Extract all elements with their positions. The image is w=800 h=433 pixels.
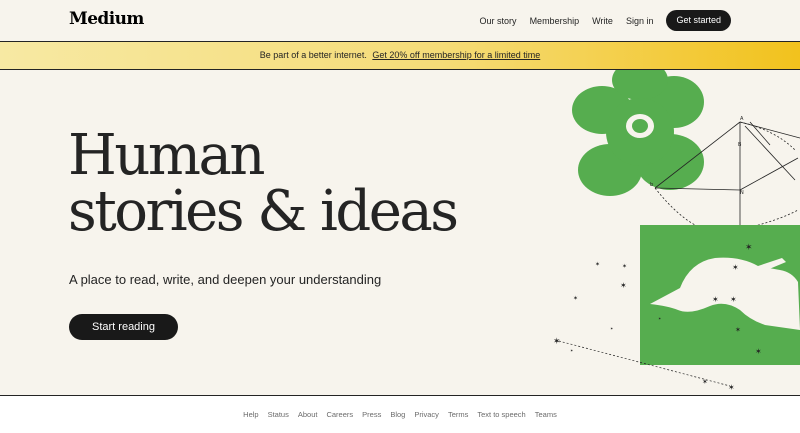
promo-banner: Be part of a better internet. Get 20% of… bbox=[0, 42, 800, 70]
footer-link-teams[interactable]: Teams bbox=[535, 410, 557, 419]
svg-text:✶: ✶ bbox=[728, 383, 735, 392]
hero-headline: Human stories & ideas bbox=[68, 128, 459, 240]
footer-link-privacy[interactable]: Privacy bbox=[414, 410, 439, 419]
top-nav: Medium Our story Membership Write Sign i… bbox=[0, 0, 800, 42]
footer: Help Status About Careers Press Blog Pri… bbox=[0, 395, 800, 433]
get-started-button[interactable]: Get started bbox=[666, 10, 731, 31]
svg-text:A: A bbox=[740, 116, 744, 122]
start-reading-button[interactable]: Start reading bbox=[69, 314, 178, 340]
svg-text:✶: ✶ bbox=[712, 295, 719, 304]
svg-text:✶: ✶ bbox=[610, 326, 613, 331]
svg-text:✶: ✶ bbox=[732, 263, 739, 272]
footer-link-careers[interactable]: Careers bbox=[326, 410, 353, 419]
svg-text:✶: ✶ bbox=[658, 316, 661, 321]
footer-link-help[interactable]: Help bbox=[243, 410, 258, 419]
nav-write[interactable]: Write bbox=[592, 16, 613, 26]
hero-illustration: B N b A ✶ ✶ ✶ ✶ ✶ ✶ ✶ ✶ ✶ ✶ ✶ ✶ ✶ ✶ ✶ ✶ bbox=[553, 70, 800, 392]
svg-text:✶: ✶ bbox=[573, 295, 578, 302]
svg-text:b: b bbox=[650, 182, 653, 188]
footer-link-status[interactable]: Status bbox=[268, 410, 289, 419]
svg-text:✶: ✶ bbox=[735, 326, 741, 334]
headline-line-2: stories & ideas bbox=[68, 179, 459, 244]
nav-sign-in[interactable]: Sign in bbox=[626, 16, 654, 26]
medium-logo[interactable]: Medium bbox=[69, 9, 144, 29]
nav-menu: Our story Membership Write Sign in Get s… bbox=[480, 10, 731, 31]
nav-our-story[interactable]: Our story bbox=[480, 16, 517, 26]
footer-link-blog[interactable]: Blog bbox=[390, 410, 405, 419]
svg-text:✶: ✶ bbox=[755, 347, 762, 356]
footer-link-about[interactable]: About bbox=[298, 410, 318, 419]
footer-link-terms[interactable]: Terms bbox=[448, 410, 468, 419]
svg-text:✶: ✶ bbox=[570, 348, 573, 353]
banner-offer-link[interactable]: Get 20% off membership for a limited tim… bbox=[372, 50, 540, 60]
hero-section: Human stories & ideas A place to read, w… bbox=[0, 70, 800, 395]
flower-illustration bbox=[572, 70, 704, 196]
footer-link-text-to-speech[interactable]: Text to speech bbox=[477, 410, 525, 419]
svg-text:N: N bbox=[740, 190, 744, 196]
svg-text:✶: ✶ bbox=[595, 261, 600, 268]
svg-text:✶: ✶ bbox=[745, 242, 753, 252]
svg-text:✶: ✶ bbox=[730, 295, 737, 304]
footer-link-press[interactable]: Press bbox=[362, 410, 381, 419]
svg-text:B: B bbox=[738, 142, 742, 148]
nav-membership[interactable]: Membership bbox=[530, 16, 580, 26]
banner-text: Be part of a better internet. bbox=[259, 50, 367, 60]
page: Medium Our story Membership Write Sign i… bbox=[0, 0, 800, 433]
svg-text:✶: ✶ bbox=[622, 263, 627, 270]
hero-subtitle: A place to read, write, and deepen your … bbox=[69, 272, 382, 287]
svg-text:✶: ✶ bbox=[620, 281, 627, 290]
